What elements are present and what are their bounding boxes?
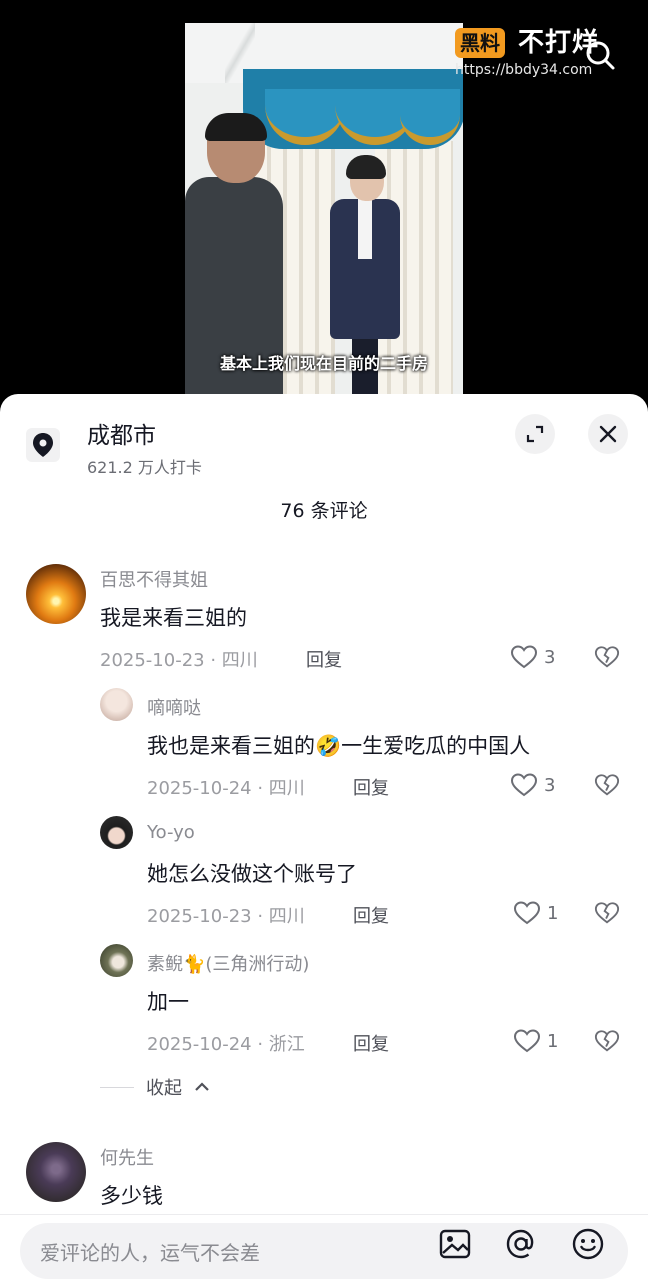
- broken-heart-icon[interactable]: [594, 900, 620, 926]
- avatar[interactable]: [100, 816, 133, 849]
- broken-heart-icon[interactable]: [594, 772, 620, 798]
- expand-button[interactable]: [515, 414, 555, 454]
- comment-text: 我是来看三姐的: [100, 606, 247, 630]
- broken-heart-icon[interactable]: [594, 644, 620, 670]
- comment-author[interactable]: Yo-yo: [147, 822, 195, 843]
- like-count: 1: [547, 902, 559, 924]
- reply-button[interactable]: 回复: [353, 1030, 389, 1056]
- like-button[interactable]: 1: [513, 1028, 558, 1054]
- comment-meta: 2025-10-23 · 四川: [100, 650, 258, 671]
- comment-author[interactable]: 何先生: [100, 1144, 154, 1170]
- comment-author[interactable]: 嘀嘀哒: [147, 694, 201, 720]
- emoji-icon[interactable]: [571, 1227, 605, 1261]
- comment-author[interactable]: 素鲵🐈(三角洲行动): [147, 950, 309, 976]
- comment-meta: 2025-10-23 · 四川: [147, 906, 305, 927]
- avatar[interactable]: [100, 944, 133, 977]
- comment-text: 我也是来看三姐的🤣一生爱吃瓜的中国人: [147, 734, 531, 758]
- comment-input-bar: 爱评论的人，运气不会差: [0, 1214, 648, 1280]
- like-count: 1: [547, 1030, 559, 1052]
- reply-button[interactable]: 回复: [353, 902, 389, 928]
- at-icon[interactable]: [504, 1227, 538, 1261]
- watermark-url: https://bbdy34.com: [455, 62, 593, 78]
- close-button[interactable]: [588, 414, 628, 454]
- like-count: 3: [544, 646, 556, 668]
- expand-icon: [526, 425, 544, 443]
- location-pin-icon: [26, 428, 60, 462]
- location-checkins: 621.2 万人打卡: [87, 458, 202, 477]
- comment-author[interactable]: 百思不得其姐: [100, 566, 208, 592]
- heart-icon: [513, 1029, 541, 1053]
- comment-sheet: 成都市 621.2 万人打卡 76 条评论 百思不得其姐 我是来看三姐的 202…: [0, 394, 648, 1280]
- like-button[interactable]: 3: [510, 772, 555, 798]
- woman-hair: [346, 155, 386, 179]
- image-icon[interactable]: [438, 1227, 472, 1261]
- heart-icon: [513, 901, 541, 925]
- video-subtitle: 基本上我们现在目前的二手房: [219, 354, 428, 373]
- heart-icon: [510, 645, 538, 669]
- like-button[interactable]: 1: [513, 900, 558, 926]
- woman-shirt: [358, 199, 372, 259]
- app-root: 基本上我们现在目前的二手房 黑料 不打烊 https://bbdy34.com …: [0, 0, 648, 1280]
- comment-text: 多少钱: [100, 1184, 163, 1208]
- chevron-up-icon: [195, 1082, 209, 1091]
- collapse-label: 收起: [146, 1078, 182, 1099]
- reply-button[interactable]: 回复: [306, 646, 342, 672]
- comment-text: 加一: [147, 990, 189, 1014]
- heart-icon: [510, 773, 538, 797]
- location-title[interactable]: 成都市: [87, 416, 156, 450]
- comments-count: 76 条评论: [280, 500, 368, 522]
- comment-meta: 2025-10-24 · 四川: [147, 778, 305, 799]
- comment-meta: 2025-10-24 · 浙江: [147, 1034, 305, 1055]
- comment-text: 她怎么没做这个账号了: [147, 862, 357, 886]
- divider: [100, 1086, 134, 1088]
- avatar[interactable]: [26, 564, 86, 624]
- avatar[interactable]: [100, 688, 133, 721]
- video-player[interactable]: 基本上我们现在目前的二手房: [185, 23, 463, 395]
- avatar[interactable]: [26, 1142, 86, 1202]
- watermark-tag: 黑料: [455, 28, 505, 58]
- close-icon: [599, 425, 617, 443]
- reply-button[interactable]: 回复: [353, 774, 389, 800]
- collapse-replies[interactable]: 收起: [100, 1074, 210, 1100]
- search-icon[interactable]: [583, 38, 617, 72]
- like-count: 3: [544, 774, 556, 796]
- like-button[interactable]: 3: [510, 644, 555, 670]
- man-hair: [205, 113, 267, 141]
- broken-heart-icon[interactable]: [594, 1028, 620, 1054]
- input-placeholder: 爱评论的人，运气不会差: [40, 1241, 260, 1265]
